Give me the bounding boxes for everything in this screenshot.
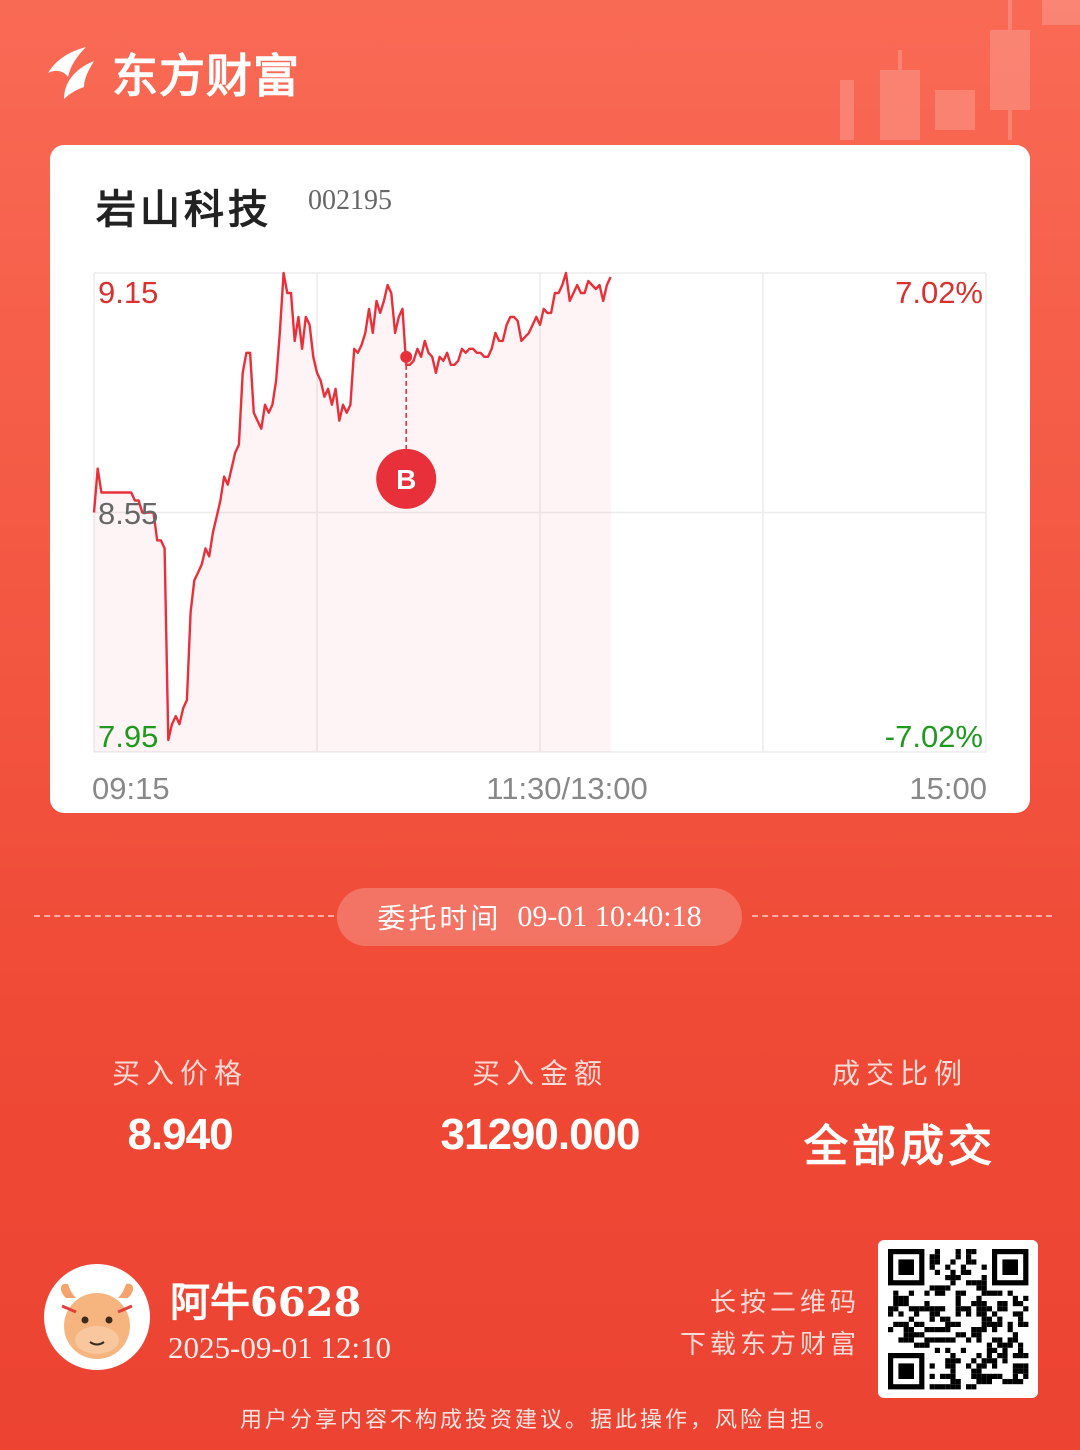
- qr-code[interactable]: [878, 1240, 1038, 1398]
- stat-buy-price: 买入价格 8.940: [0, 1052, 360, 1160]
- divider-left: [34, 915, 334, 917]
- brand-name: 东方财富: [112, 49, 300, 103]
- stat-buy-amount: 买入金额 31290.000: [360, 1052, 720, 1160]
- eastmoney-logo-icon: [48, 47, 94, 99]
- disclaimer: 用户分享内容不构成投资建议。据此操作，风险自担。: [239, 1408, 840, 1433]
- stat-label: 买入价格: [111, 1057, 248, 1090]
- buy-marker-label: B: [396, 464, 416, 495]
- price-base-label: 8.55: [98, 496, 158, 531]
- buy-marker-dot: [400, 350, 413, 363]
- stat-label: 成交比例: [831, 1057, 968, 1090]
- stat-value: 31290.000: [440, 1110, 641, 1159]
- stat-fill-ratio: 成交比例 全部成交: [720, 1052, 1080, 1174]
- candlestick-decoration: [840, 0, 1080, 140]
- user-name: 阿牛6628: [170, 1279, 362, 1326]
- order-time-value: 09-01 10:40:18: [517, 900, 702, 933]
- divider-right: [752, 915, 1052, 917]
- x-tick-midday: 11:30/13:00: [486, 771, 647, 806]
- stat-value: 8.940: [127, 1110, 233, 1159]
- order-time-label: 委托时间: [377, 902, 502, 935]
- pct-low-label: -7.02%: [885, 719, 983, 754]
- stat-value: 全部成交: [804, 1121, 996, 1172]
- order-time-pill: 委托时间 09-01 10:40:18: [337, 888, 742, 946]
- pct-high-label: 7.02%: [895, 275, 983, 310]
- stat-label: 买入金额: [471, 1057, 608, 1090]
- share-time: 2025-09-01 12:10: [168, 1330, 392, 1365]
- x-tick-close: 15:00: [909, 771, 987, 806]
- stock-chart-card: 岩山科技 002195 B 9.15 8.55 7.95 7.02% -7.02…: [50, 145, 1030, 813]
- price-low-label: 7.95: [98, 719, 158, 754]
- cartoon-bull-icon: [60, 1283, 134, 1359]
- intraday-chart: B 9.15 8.55 7.95 7.02% -7.02% 09:15 11:3…: [92, 271, 987, 806]
- qr-hint-line1: 长按二维码: [709, 1288, 860, 1318]
- x-tick-open: 09:15: [92, 771, 170, 806]
- qr-hint: 长按二维码 下载东方财富: [660, 1282, 860, 1366]
- qr-code-icon: [888, 1249, 1029, 1390]
- avatar[interactable]: [44, 1264, 150, 1370]
- qr-hint-line2: 下载东方财富: [679, 1330, 860, 1360]
- brand-logo: 东方财富: [42, 40, 300, 106]
- price-high-label: 9.15: [98, 275, 158, 310]
